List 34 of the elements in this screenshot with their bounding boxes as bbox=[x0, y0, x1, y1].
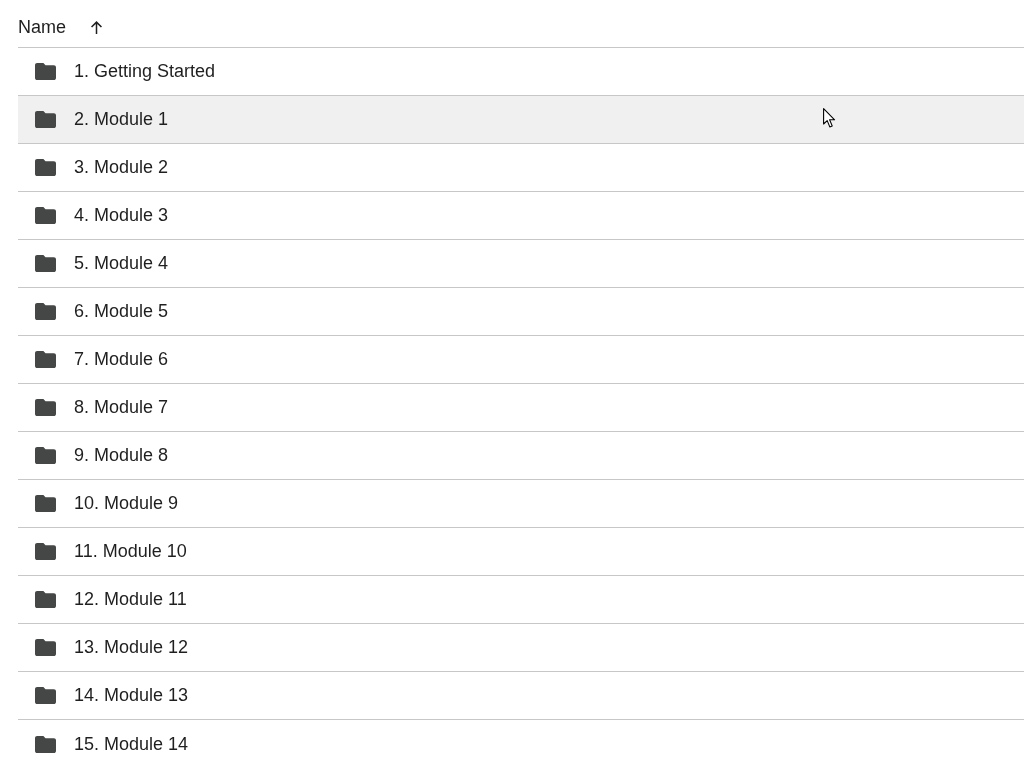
folder-icon bbox=[35, 639, 56, 656]
folder-icon bbox=[35, 687, 56, 704]
folder-name: 8. Module 7 bbox=[74, 397, 169, 418]
mouse-pointer-icon bbox=[823, 108, 836, 128]
folder-icon bbox=[35, 255, 56, 272]
folder-name: 4. Module 3 bbox=[74, 205, 169, 226]
folder-icon bbox=[35, 63, 56, 80]
folder-name: 15. Module 14 bbox=[74, 733, 189, 755]
folder-icon bbox=[35, 447, 56, 464]
folder-name: 3. Module 2 bbox=[74, 157, 169, 178]
folder-name: 1. Getting Started bbox=[74, 61, 216, 82]
folder-icon bbox=[35, 351, 56, 368]
folder-name: 10. Module 9 bbox=[74, 493, 179, 514]
folder-icon bbox=[35, 543, 56, 560]
folder-icon bbox=[35, 207, 56, 224]
folder-icon bbox=[35, 495, 56, 512]
name-column-header[interactable]: Name bbox=[18, 17, 66, 38]
folder-name: 6. Module 5 bbox=[74, 301, 169, 322]
folder-name: 12. Module 11 bbox=[74, 589, 187, 610]
arrow-up-icon[interactable] bbox=[91, 21, 102, 34]
folder-icon bbox=[35, 735, 56, 753]
folder-name: 14. Module 13 bbox=[74, 685, 189, 706]
folder-icon bbox=[35, 399, 56, 416]
folder-name: 5. Module 4 bbox=[74, 253, 169, 274]
folder-icon bbox=[35, 111, 56, 128]
folder-icon bbox=[35, 591, 56, 608]
folder-icon bbox=[35, 159, 56, 176]
folder-name: 13. Module 12 bbox=[74, 637, 189, 658]
folder-icon bbox=[35, 303, 56, 320]
folder-row[interactable]: 2. Module 1 bbox=[18, 96, 1024, 144]
folder-name: 11. Module 10 bbox=[74, 541, 187, 562]
folder-name: 7. Module 6 bbox=[74, 349, 169, 370]
folder-name: 9. Module 8 bbox=[74, 445, 169, 466]
folder-name: 2. Module 1 bbox=[74, 109, 169, 130]
